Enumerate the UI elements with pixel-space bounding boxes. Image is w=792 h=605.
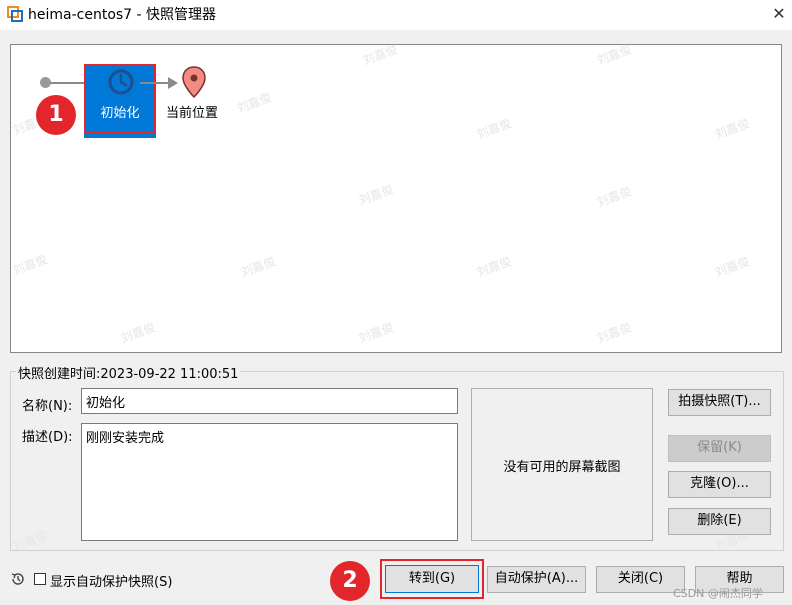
snapshot-name-input[interactable] <box>81 388 458 414</box>
current-position-label: 当前位置 <box>166 106 219 121</box>
close-window-icon[interactable]: ✕ <box>768 3 790 25</box>
arrow-right-icon <box>168 77 178 89</box>
name-label: 名称(N): <box>22 399 73 414</box>
snapshot-created-time: 快照创建时间:2023-09-22 11:00:51 <box>16 363 241 382</box>
snapshot-description-textarea[interactable]: 刚刚安装完成 <box>81 423 458 541</box>
window-title: heima-centos7 - 快照管理器 <box>28 7 217 23</box>
history-clock-icon <box>11 573 24 585</box>
snapshot-node-label: 初始化 <box>100 106 140 121</box>
current-location-pin-icon <box>182 66 206 98</box>
step-badge-1: 1 <box>36 95 76 135</box>
snapshot-clock-icon <box>108 69 134 95</box>
delete-button[interactable]: 删除(E) <box>668 508 771 535</box>
step-badge-2: 2 <box>330 561 370 601</box>
csdn-watermark-credit: CSDN @闹杰同学 <box>673 587 763 600</box>
show-autoprotect-checkbox[interactable] <box>34 573 46 585</box>
clone-button[interactable]: 克隆(O)... <box>668 471 771 498</box>
no-screenshot-text: 没有可用的屏幕截图 <box>503 460 621 475</box>
show-autoprotect-label: 显示自动保护快照(S) <box>50 575 173 590</box>
close-button[interactable]: 关闭(C) <box>596 566 685 593</box>
description-label: 描述(D): <box>22 430 73 445</box>
goto-button[interactable]: 转到(G) <box>385 565 479 593</box>
autoprotect-button[interactable]: 自动保护(A)... <box>487 566 586 593</box>
take-snapshot-button[interactable]: 拍摄快照(T)... <box>668 389 771 416</box>
vmware-app-icon <box>7 6 23 22</box>
keep-button[interactable]: 保留(K) <box>668 435 771 462</box>
